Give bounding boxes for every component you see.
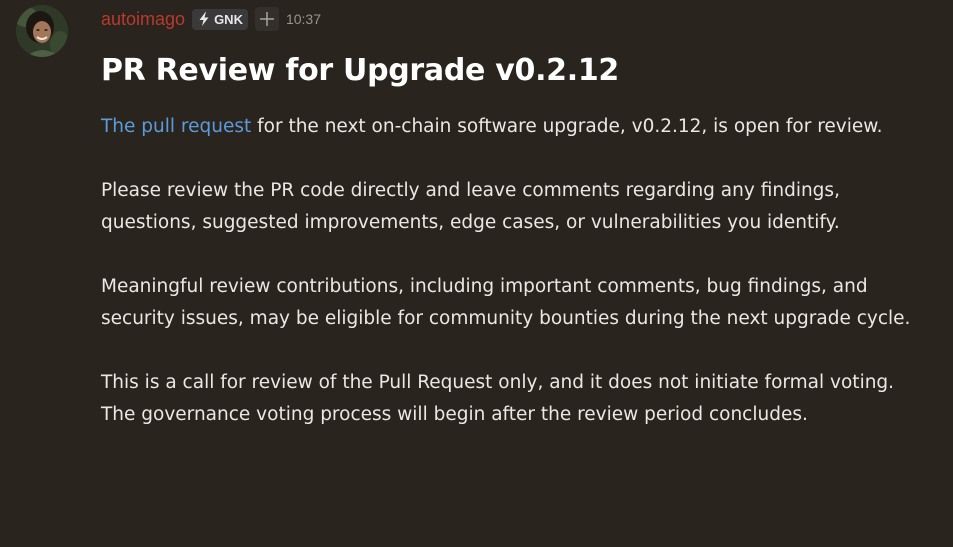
paragraph-bounties: Meaningful review contributions, includi… xyxy=(101,276,911,329)
lightning-bolt-icon xyxy=(199,12,209,26)
message-title: PR Review for Upgrade v0.2.12 xyxy=(101,53,619,88)
paragraph-text: for the next on-chain software upgrade, … xyxy=(251,116,883,137)
username[interactable]: autoimago xyxy=(101,6,185,32)
server-tag-label: GNK xyxy=(214,11,243,27)
chat-message: autoimago GNK 10:37 PR Review for Upgrad… xyxy=(0,0,953,547)
server-tag-badge[interactable]: GNK xyxy=(192,8,248,30)
paragraph-pull-request: The pull request for the next on-chain s… xyxy=(101,111,921,143)
user-avatar[interactable] xyxy=(16,5,68,57)
message-header: autoimago GNK 10:37 xyxy=(101,6,321,32)
paragraph-review-instructions: Please review the PR code directly and l… xyxy=(101,180,840,233)
role-icon-badge[interactable] xyxy=(254,7,279,31)
plus-icon xyxy=(259,12,274,26)
message-body: The pull request for the next on-chain s… xyxy=(101,111,921,463)
pull-request-link[interactable]: The pull request xyxy=(101,116,251,137)
message-timestamp[interactable]: 10:37 xyxy=(286,11,321,27)
paragraph-voting-notice: This is a call for review of the Pull Re… xyxy=(101,372,895,425)
avatar-portrait-icon xyxy=(16,5,68,57)
